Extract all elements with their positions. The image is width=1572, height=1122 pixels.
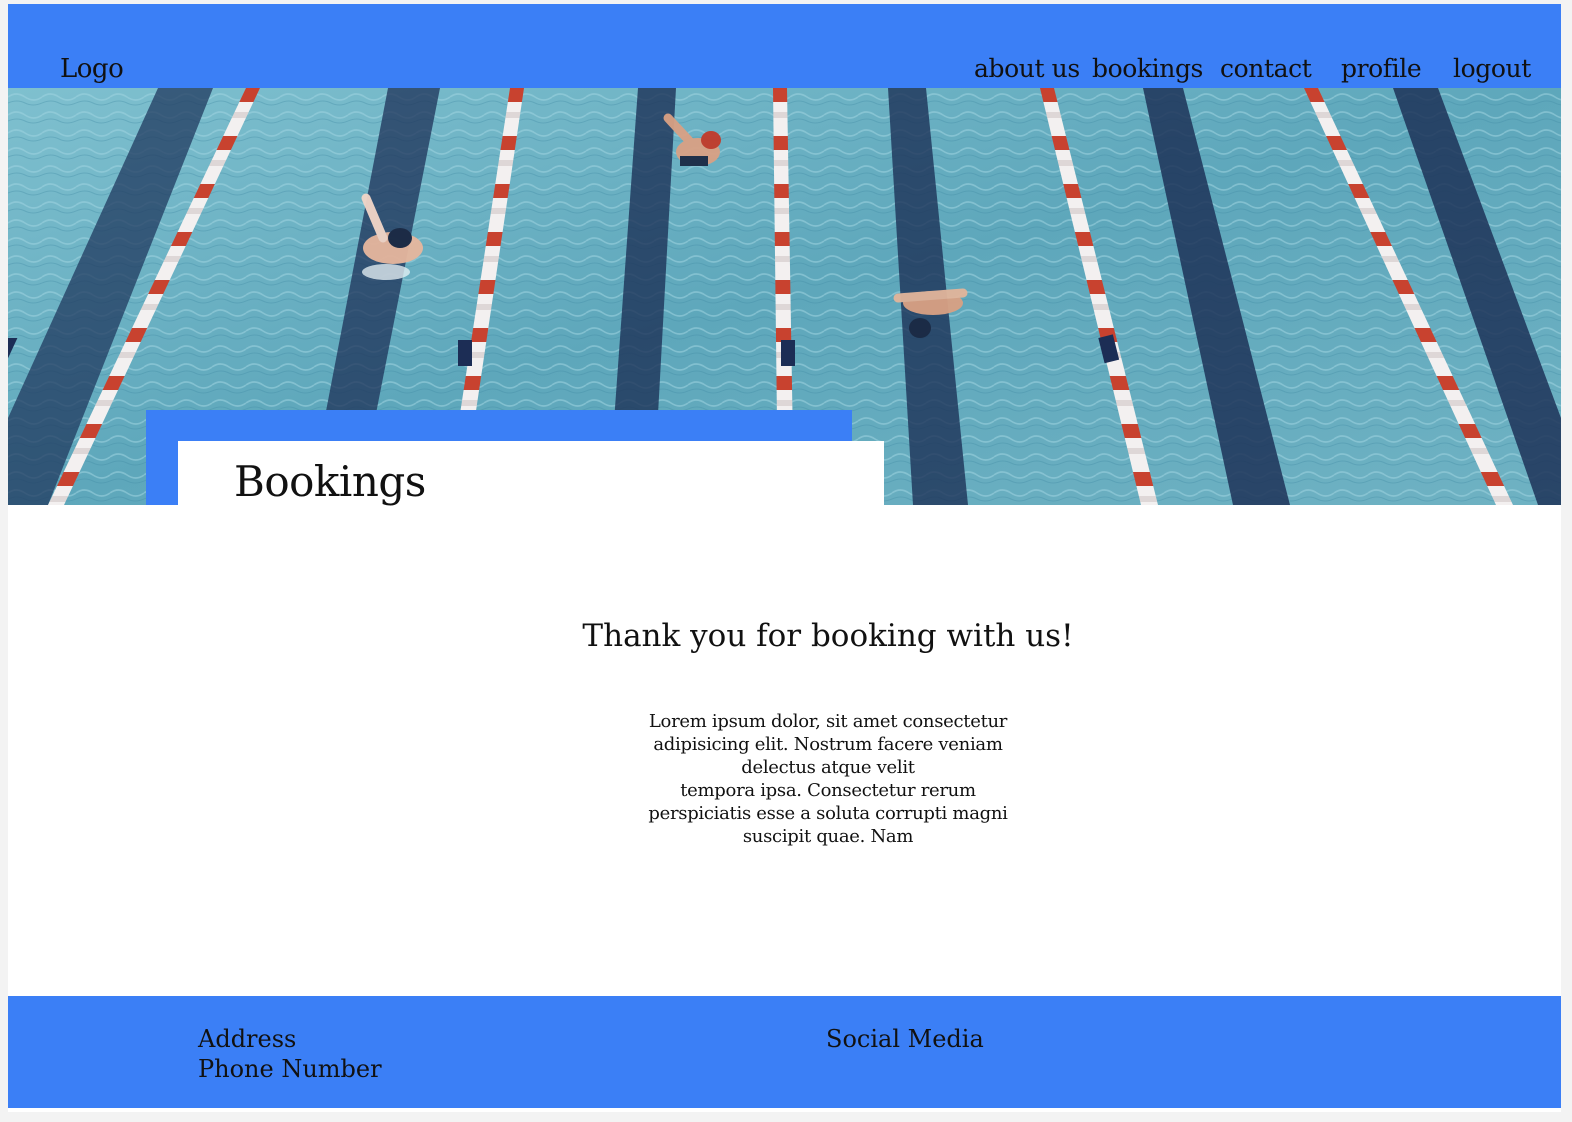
- address-text: Address: [198, 1025, 297, 1053]
- nav-bookings[interactable]: bookings: [1092, 54, 1203, 84]
- social-media-text[interactable]: Social Media: [826, 1024, 984, 1054]
- page-title: Bookings: [234, 457, 426, 506]
- site-footer: Address Phone Number Social Media: [8, 996, 1561, 1108]
- nav-profile[interactable]: profile: [1341, 54, 1422, 84]
- nav-logout[interactable]: logout: [1453, 54, 1531, 84]
- page: Logo about us bookings contact profile l…: [8, 4, 1561, 1112]
- phone-text: Phone Number: [198, 1055, 382, 1083]
- nav-contact[interactable]: contact: [1220, 54, 1312, 84]
- title-card: Bookings: [178, 441, 884, 506]
- description-line: perspiciatis esse a soluta corrupti magn…: [648, 803, 1008, 824]
- description-line: adipisicing elit. Nostrum facere veniam: [653, 734, 1003, 755]
- site-header: Logo about us bookings contact profile l…: [8, 4, 1561, 88]
- description-line: tempora ipsa. Consectetur rerum: [680, 780, 976, 801]
- description-line: suscipit quae. Nam: [742, 826, 914, 847]
- booking-description: Lorem ipsum dolor, sit amet consectetur …: [648, 710, 1008, 848]
- description-line: delectus atque velit: [741, 757, 915, 778]
- contact-info: Address Phone Number: [198, 1024, 382, 1084]
- logo[interactable]: Logo: [60, 54, 124, 84]
- nav-about-us[interactable]: about us: [974, 54, 1080, 84]
- thank-you-heading: Thank you for booking with us!: [582, 618, 1074, 654]
- description-line: Lorem ipsum dolor, sit amet consectetur: [648, 711, 1008, 732]
